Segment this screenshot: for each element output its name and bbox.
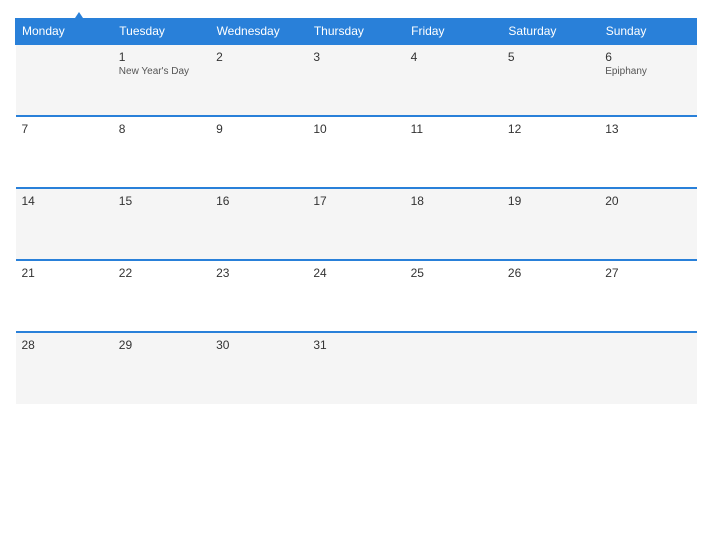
- calendar-cell: 1 New Year's Day: [113, 44, 210, 116]
- calendar-cell: [405, 332, 502, 404]
- day-number: 22: [119, 266, 204, 280]
- day-number: 2: [216, 50, 301, 64]
- calendar-week-4: 21 22 23 24 25 26 27: [16, 260, 697, 332]
- calendar-cell: 8: [113, 116, 210, 188]
- calendar-table: MondayTuesdayWednesdayThursdayFridaySatu…: [15, 18, 697, 404]
- calendar-cell: 25: [405, 260, 502, 332]
- calendar-cell: 20: [599, 188, 696, 260]
- calendar-cell: [502, 332, 599, 404]
- calendar-cell: 30: [210, 332, 307, 404]
- holiday-name: New Year's Day: [119, 66, 204, 77]
- calendar-cell: 4: [405, 44, 502, 116]
- day-number: 31: [313, 338, 398, 352]
- day-number: 30: [216, 338, 301, 352]
- holiday-name: Epiphany: [605, 66, 690, 77]
- weekday-header-friday: Friday: [405, 19, 502, 45]
- calendar-cell: 11: [405, 116, 502, 188]
- calendar-cell: 3: [307, 44, 404, 116]
- calendar-cell: 10: [307, 116, 404, 188]
- calendar-cell: [599, 332, 696, 404]
- weekday-header-saturday: Saturday: [502, 19, 599, 45]
- day-number: 16: [216, 194, 301, 208]
- day-number: 6: [605, 50, 690, 64]
- day-number: 5: [508, 50, 593, 64]
- calendar-week-3: 14 15 16 17 18 19 20: [16, 188, 697, 260]
- calendar-cell: 2: [210, 44, 307, 116]
- calendar-container: MondayTuesdayWednesdayThursdayFridaySatu…: [0, 0, 712, 550]
- day-number: 23: [216, 266, 301, 280]
- day-number: 7: [22, 122, 107, 136]
- calendar-cell: 5: [502, 44, 599, 116]
- day-number: 29: [119, 338, 204, 352]
- logo-triangle-icon: [71, 12, 87, 24]
- weekday-header-sunday: Sunday: [599, 19, 696, 45]
- day-number: 10: [313, 122, 398, 136]
- weekday-header-row: MondayTuesdayWednesdayThursdayFridaySatu…: [16, 19, 697, 45]
- day-number: 18: [411, 194, 496, 208]
- calendar-cell: 24: [307, 260, 404, 332]
- day-number: 3: [313, 50, 398, 64]
- day-number: 12: [508, 122, 593, 136]
- calendar-cell: 21: [16, 260, 113, 332]
- weekday-header-thursday: Thursday: [307, 19, 404, 45]
- calendar-cell: 29: [113, 332, 210, 404]
- day-number: 8: [119, 122, 204, 136]
- day-number: 17: [313, 194, 398, 208]
- weekday-header-monday: Monday: [16, 19, 113, 45]
- day-number: 19: [508, 194, 593, 208]
- calendar-cell: 31: [307, 332, 404, 404]
- calendar-cell: 9: [210, 116, 307, 188]
- day-number: 27: [605, 266, 690, 280]
- weekday-header-tuesday: Tuesday: [113, 19, 210, 45]
- calendar-cell: 22: [113, 260, 210, 332]
- calendar-cell: 28: [16, 332, 113, 404]
- calendar-cell: 7: [16, 116, 113, 188]
- day-number: 13: [605, 122, 690, 136]
- day-number: 4: [411, 50, 496, 64]
- calendar-week-5: 28 29 30 31: [16, 332, 697, 404]
- calendar-cell: 27: [599, 260, 696, 332]
- day-number: 24: [313, 266, 398, 280]
- day-number: 26: [508, 266, 593, 280]
- day-number: 11: [411, 122, 496, 136]
- calendar-cell: 15: [113, 188, 210, 260]
- weekday-header-wednesday: Wednesday: [210, 19, 307, 45]
- day-number: 28: [22, 338, 107, 352]
- day-number: 9: [216, 122, 301, 136]
- day-number: 15: [119, 194, 204, 208]
- day-number: 1: [119, 50, 204, 64]
- calendar-cell: 13: [599, 116, 696, 188]
- day-number: 14: [22, 194, 107, 208]
- calendar-cell: 14: [16, 188, 113, 260]
- day-number: 25: [411, 266, 496, 280]
- calendar-week-1: 1 New Year's Day 23456 Epiphany: [16, 44, 697, 116]
- calendar-cell: 23: [210, 260, 307, 332]
- calendar-cell: 19: [502, 188, 599, 260]
- calendar-cell: 12: [502, 116, 599, 188]
- calendar-cell: 18: [405, 188, 502, 260]
- calendar-cell: 6 Epiphany: [599, 44, 696, 116]
- calendar-cell: 17: [307, 188, 404, 260]
- calendar-cell: 16: [210, 188, 307, 260]
- calendar-cell: [16, 44, 113, 116]
- day-number: 21: [22, 266, 107, 280]
- calendar-cell: 26: [502, 260, 599, 332]
- calendar-week-2: 789 10 11 12 13: [16, 116, 697, 188]
- day-number: 20: [605, 194, 690, 208]
